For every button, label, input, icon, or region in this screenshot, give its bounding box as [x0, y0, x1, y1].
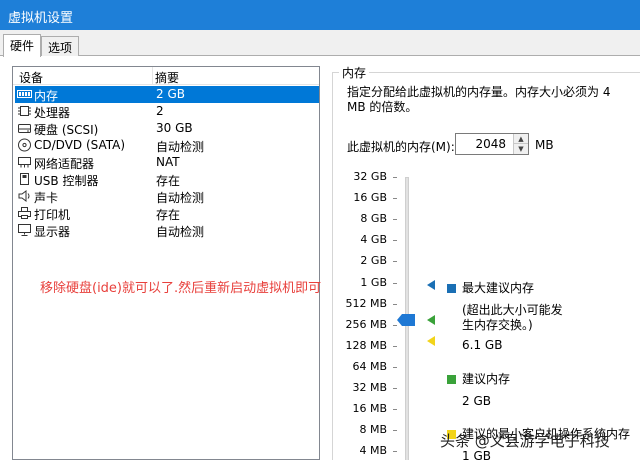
cd-dvd-icon — [18, 138, 31, 152]
scale-tick-mark — [393, 282, 397, 284]
scale-tick-mark — [393, 261, 397, 263]
scale-tick-mark — [393, 177, 397, 178]
device-summary: 存在 — [156, 208, 181, 222]
device-summary: 2 GB — [156, 87, 185, 101]
scale-tick-mark — [393, 366, 397, 368]
device-list-header: 设备 摘要 — [13, 67, 319, 85]
max-recommended-title: 最大建议内存 — [462, 281, 535, 295]
scale-tick-mark — [393, 240, 397, 242]
scale-tick-label: 4 MB — [359, 444, 387, 458]
scale-tick-label: 8 GB — [360, 212, 387, 226]
device-row-network-adapter[interactable]: 网络适配器 NAT — [15, 154, 319, 171]
tab-hardware[interactable]: 硬件 — [3, 34, 42, 57]
printer-icon — [18, 207, 31, 219]
scale-tick-label: 16 GB — [353, 191, 387, 205]
memory-group-title: 内存 — [339, 64, 370, 81]
network-adapter-icon — [18, 157, 31, 168]
watermark-text: 头条 @义县游学电子科技 — [440, 432, 610, 450]
device-row-sound-card[interactable]: 声卡 自动检测 — [15, 188, 319, 205]
device-row-display[interactable]: 显示器 自动检测 — [15, 222, 319, 239]
scale-tick-mark — [393, 345, 397, 347]
device-row-usb-controller[interactable]: USB 控制器 存在 — [15, 171, 319, 188]
recommended-title: 建议内存 — [462, 372, 511, 386]
sound-card-icon — [18, 190, 30, 202]
scale-tick-mark — [393, 198, 397, 200]
device-name: 打印机 — [34, 208, 71, 222]
scale-tick-mark — [393, 219, 397, 221]
scale-tick-label: 32 MB — [352, 381, 387, 394]
device-summary: 存在 — [156, 174, 181, 188]
memory-unit: MB — [535, 138, 554, 152]
watermark: 头条 @义县游学电子科技 — [440, 430, 610, 451]
scale-tick-label: 32 GB — [353, 170, 387, 183]
device-summary: 自动检测 — [156, 225, 205, 239]
max-recommended-marker — [427, 280, 435, 290]
processor-icon — [18, 106, 31, 116]
device-summary: 30 GB — [156, 121, 193, 135]
scale-tick-label: 128 MB — [345, 338, 387, 352]
scale-tick-label: 1 GB — [360, 275, 387, 289]
scale-tick-label: 256 MB — [345, 317, 387, 331]
device-row-processor[interactable]: 处理器 2 — [15, 103, 319, 120]
device-row-printer[interactable]: 打印机 存在 — [15, 205, 319, 222]
scale-tick-mark — [393, 430, 397, 432]
tab-options[interactable]: 选项 — [41, 36, 80, 56]
max-recommended-note: (超出此大小可能发生内存交换。) — [462, 303, 563, 332]
memory-field-row: 此虚拟机的内存(M): 2048 ▲ ▼ MB — [347, 133, 637, 157]
scale-tick-mark — [393, 388, 397, 389]
scale-tick-label: 64 MB — [352, 359, 387, 373]
memory-slider-thumb[interactable] — [397, 314, 415, 326]
device-summary: 自动检测 — [156, 140, 205, 154]
memory-field-label: 此虚拟机的内存(M): — [347, 140, 455, 154]
window-title: 虚拟机设置 — [8, 11, 74, 26]
scale-tick-label: 4 GB — [360, 233, 387, 247]
spin-down-button[interactable]: ▼ — [513, 144, 528, 154]
hardware-panel: 设备 摘要 内存 2 GB 处理器 2 硬盘 (SCSI) 30 GB CD/D… — [0, 56, 640, 460]
device-name: 内存 — [34, 89, 59, 103]
device-name: 网络适配器 — [34, 157, 95, 171]
recommended-value: 2 GB — [462, 394, 491, 408]
scale-tick-mark — [393, 409, 397, 411]
device-name: CD/DVD (SATA) — [34, 138, 126, 152]
minimum-marker — [427, 336, 435, 346]
device-summary: 自动检测 — [156, 191, 205, 205]
max-recommended-swatch — [447, 284, 456, 293]
memory-description: 指定分配给此虚拟机的内存量。内存大小必须为 4 MB 的倍数。 — [347, 85, 611, 114]
device-summary: NAT — [156, 155, 180, 169]
scale-tick-label: 8 MB — [359, 423, 387, 437]
device-name: 声卡 — [34, 191, 59, 205]
memory-icon — [17, 90, 32, 98]
device-name: 显示器 — [34, 225, 71, 239]
device-list[interactable]: 设备 摘要 内存 2 GB 处理器 2 硬盘 (SCSI) 30 GB CD/D… — [12, 66, 320, 460]
device-name: 处理器 — [34, 106, 71, 120]
device-row-memory[interactable]: 内存 2 GB — [15, 86, 319, 103]
max-recommended-value: 6.1 GB — [462, 338, 503, 352]
scale-tick-mark — [393, 451, 397, 453]
annotation-text: 移除硬盘(ide)就可以了.然后重新启动虚拟机即可 — [40, 281, 322, 296]
hard-disk-icon — [18, 124, 31, 133]
recommended-swatch — [447, 375, 456, 384]
column-separator[interactable] — [152, 67, 153, 84]
device-summary: 2 — [156, 104, 164, 118]
device-row-hard-disk[interactable]: 硬盘 (SCSI) 30 GB — [15, 120, 319, 137]
recommended-marker — [427, 315, 435, 325]
scale-tick-label: 2 GB — [360, 254, 387, 268]
scale-tick-label: 16 MB — [352, 402, 387, 416]
device-name: 硬盘 (SCSI) — [34, 123, 99, 137]
device-row-cd-dvd[interactable]: CD/DVD (SATA) 自动检测 — [15, 137, 319, 154]
column-header-summary[interactable]: 摘要 — [155, 69, 179, 86]
usb-icon — [20, 173, 29, 185]
device-name: USB 控制器 — [34, 174, 99, 188]
spin-up-button[interactable]: ▲ — [513, 134, 528, 144]
display-icon — [18, 224, 31, 236]
memory-input[interactable]: 2048 ▲ ▼ — [455, 133, 529, 155]
tab-strip: 硬件 选项 — [0, 30, 640, 57]
column-header-device[interactable]: 设备 — [19, 69, 43, 86]
title-bar: 虚拟机设置 — [0, 0, 640, 30]
memory-value[interactable]: 2048 — [475, 137, 506, 151]
scale-tick-mark — [393, 303, 397, 305]
memory-group: 内存 指定分配给此虚拟机的内存量。内存大小必须为 4 MB 的倍数。 此虚拟机的… — [332, 64, 640, 460]
scale-tick-label: 512 MB — [345, 296, 387, 310]
